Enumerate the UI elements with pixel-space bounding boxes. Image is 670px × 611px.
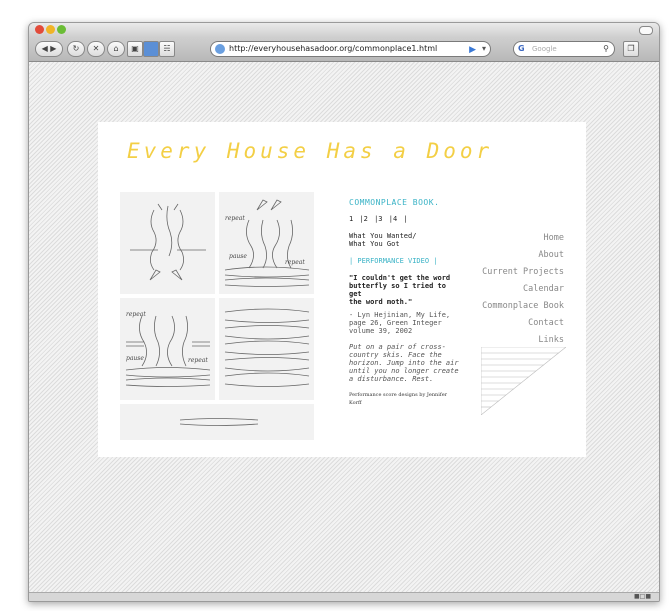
search-icon[interactable]: ⚲: [603, 42, 609, 56]
search-field[interactable]: G Google ⚲: [513, 41, 615, 57]
nav-contact[interactable]: Contact: [482, 315, 564, 332]
page-menu-icon[interactable]: ❐: [623, 41, 639, 57]
bookmark-icon[interactable]: ▣: [127, 41, 143, 57]
site-nav: Home About Current Projects Calendar Com…: [482, 230, 564, 349]
poem-line-2: country skis. Face the: [349, 351, 442, 359]
zoom-window-button[interactable]: [57, 25, 66, 34]
reload-icon[interactable]: ↻: [67, 41, 85, 57]
quote-line-1: "I couldn't get the word: [349, 274, 451, 282]
sidebar-icon[interactable]: [143, 41, 159, 57]
page-link-1[interactable]: 1: [349, 215, 353, 223]
search-placeholder[interactable]: Google: [532, 42, 557, 56]
quote-line-2: butterfly so I tried to get: [349, 282, 446, 298]
score-image-1: [120, 192, 215, 294]
address-bar[interactable]: http://everyhousehasadoor.org/commonplac…: [210, 41, 491, 57]
nav-current-projects[interactable]: Current Projects: [482, 264, 564, 281]
quote: "I couldn't get the word butterfly so I …: [349, 274, 459, 306]
rss-icon[interactable]: ☵: [159, 41, 175, 57]
web-content: Every House Has a Door repeat pause repe…: [29, 62, 659, 593]
score-label-pause-2: pause: [126, 355, 144, 362]
minimize-window-button[interactable]: [46, 25, 55, 34]
back-forward-button[interactable]: ◀ ▶: [35, 41, 63, 57]
browser-window: ◀ ▶ ↻ ✕ ⌂ ▣ ☵ http://everyhousehasadoor.…: [28, 22, 660, 602]
page-link-2[interactable]: |2: [359, 215, 367, 223]
score-label-pause: pause: [229, 253, 247, 260]
site-title[interactable]: Every House Has a Door: [127, 139, 493, 163]
score-image-5: [120, 404, 314, 440]
score-label-repeat: repeat: [225, 215, 245, 222]
nav-calendar[interactable]: Calendar: [482, 281, 564, 298]
title-bar: [29, 23, 659, 37]
poem-line-3: horizon. Jump into the air: [349, 359, 459, 367]
nav-commonplace-book[interactable]: Commonplace Book: [482, 298, 564, 315]
citation-line-2: page 26, Green Integer: [349, 319, 442, 327]
page-links: 1 |2 |3 |4 |: [349, 215, 459, 223]
entry-title-line-2: What You Got: [349, 240, 400, 248]
toolbar-toggle-button[interactable]: [639, 26, 653, 35]
status-bar: ■□■: [29, 592, 659, 601]
page-link-3[interactable]: |3: [374, 215, 382, 223]
browser-toolbar: ◀ ▶ ↻ ✕ ⌂ ▣ ☵ http://everyhousehasadoor.…: [29, 37, 659, 62]
poem-line-1: Put on a pair of cross-: [349, 343, 446, 351]
citation: - Lyn Hejinian, My Life, page 26, Green …: [349, 311, 459, 335]
design-credit: Performance score designs by Jennifer Ko…: [349, 392, 448, 406]
go-icon[interactable]: ▶: [469, 43, 476, 57]
address-url[interactable]: http://everyhousehasadoor.org/commonplac…: [229, 42, 437, 56]
performance-video-link[interactable]: | PERFORMANCE VIDEO |: [349, 257, 459, 265]
nav-home[interactable]: Home: [482, 230, 564, 247]
nav-about[interactable]: About: [482, 247, 564, 264]
quote-line-3: the word moth.": [349, 298, 413, 306]
site-page: Every House Has a Door repeat pause repe…: [98, 122, 586, 457]
page-link-4[interactable]: |4: [389, 215, 397, 223]
page-link-sep: |: [403, 215, 408, 223]
status-icons: ■□■: [633, 593, 651, 600]
score-image-4: [219, 298, 314, 400]
score-image-3: repeat pause repeat: [120, 298, 215, 400]
entry-title-line-1: What You Wanted/: [349, 232, 417, 240]
instruction-poem: Put on a pair of cross- country skis. Fa…: [349, 343, 459, 383]
site-favicon-icon: [215, 44, 225, 54]
poem-line-4: until you no longer create: [349, 367, 459, 375]
stop-icon[interactable]: ✕: [87, 41, 105, 57]
score-label-repeat-4: repeat: [188, 357, 208, 364]
score-image-2: repeat pause repeat: [219, 192, 314, 294]
chevron-down-icon[interactable]: ▾: [482, 42, 486, 56]
google-icon[interactable]: G: [518, 42, 525, 56]
close-window-button[interactable]: [35, 25, 44, 34]
commonplace-text: COMMONPLACE BOOK. 1 |2 |3 |4 | What You …: [349, 199, 459, 407]
citation-line-3: volume 39, 2002: [349, 327, 413, 335]
score-label-repeat-3: repeat: [126, 311, 146, 318]
home-icon[interactable]: ⌂: [107, 41, 125, 57]
entry-title: What You Wanted/ What You Got: [349, 232, 459, 248]
score-label-repeat-2: repeat: [285, 259, 305, 266]
striped-corner-decoration: [480, 346, 567, 416]
citation-line-1: - Lyn Hejinian, My Life,: [349, 311, 451, 319]
commonplace-heading: COMMONPLACE BOOK.: [349, 198, 440, 207]
poem-line-5: a disturbance. Rest.: [349, 375, 434, 383]
